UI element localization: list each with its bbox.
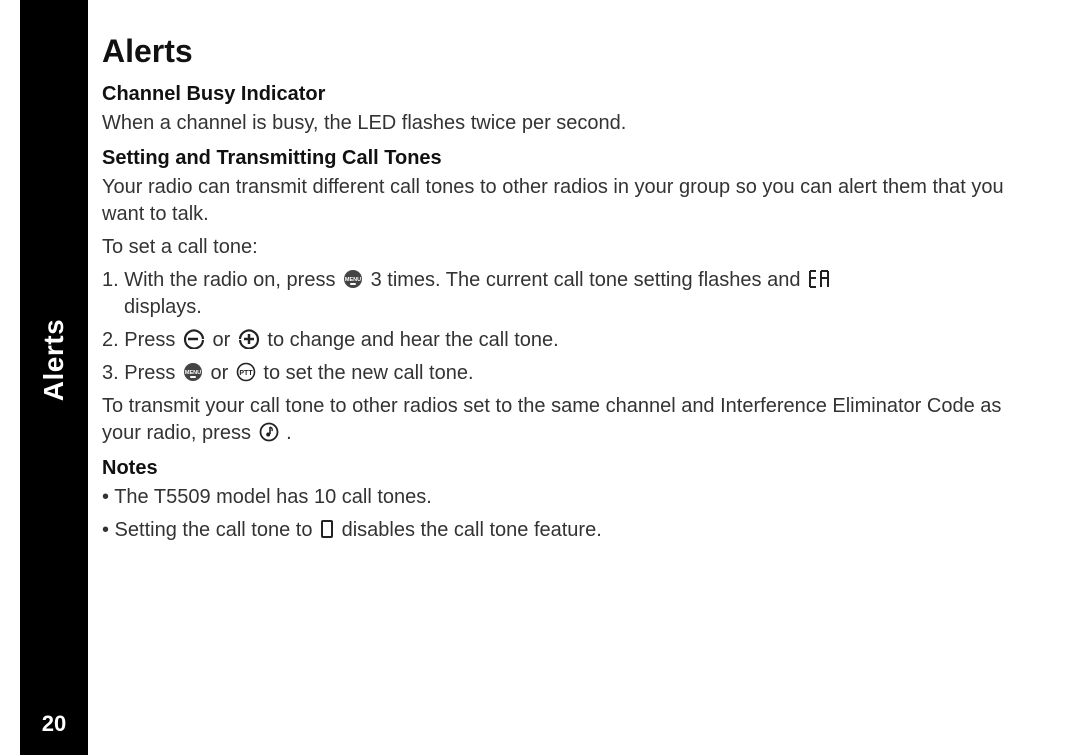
heading-notes: Notes — [102, 455, 1040, 482]
step-1: 1. With the radio on, press MENU 3 times… — [102, 267, 1040, 321]
menu-icon: MENU — [343, 269, 363, 289]
step-2-text-a: 2. Press — [102, 329, 181, 351]
svg-text:PTT: PTT — [239, 370, 253, 377]
step-3: 3. Press MENU or PTT to set the new call… — [102, 360, 1040, 387]
note-2-a: • Setting the call tone to — [102, 519, 318, 541]
step-1-text-c: displays. — [102, 296, 202, 318]
step-2-text-c: to change and hear the call tone. — [267, 329, 558, 351]
menu-icon: MENU — [183, 362, 203, 382]
note-2-b: disables the call tone feature. — [342, 519, 602, 541]
step-2-text-b: or — [212, 329, 235, 351]
ptt-icon: PTT — [236, 362, 256, 382]
text-channel-busy: When a channel is busy, the LED flashes … — [102, 110, 1040, 137]
sidebar-tab-strip: Alerts 20 — [20, 0, 88, 755]
step-3-text-b: or — [210, 362, 233, 384]
content-column: Alerts Channel Busy Indicator When a cha… — [88, 0, 1080, 755]
page-number: 20 — [42, 711, 66, 737]
step-2: 2. Press or to change and hear the call … — [102, 327, 1040, 354]
heading-channel-busy: Channel Busy Indicator — [102, 81, 1040, 108]
plus-icon — [238, 329, 260, 349]
note-2: • Setting the call tone to disables the … — [102, 517, 1040, 544]
step-1-text-a: 1. With the radio on, press — [102, 269, 341, 291]
sidebar-tab-label: Alerts — [38, 319, 70, 401]
text-call-tones-intro: Your radio can transmit different call t… — [102, 174, 1040, 228]
transmit-b: . — [286, 422, 292, 444]
minus-icon — [183, 329, 205, 349]
zero-segment-icon — [320, 519, 334, 539]
manual-page: Alerts 20 Alerts Channel Busy Indicator … — [0, 0, 1080, 755]
step-1-text-b: 3 times. The current call tone setting f… — [371, 269, 806, 291]
svg-text:MENU: MENU — [185, 370, 201, 376]
step-3-text-a: 3. Press — [102, 362, 181, 384]
step-3-text-c: to set the new call tone. — [263, 362, 473, 384]
music-note-icon — [259, 422, 279, 442]
transmit-a: To transmit your call tone to other radi… — [102, 395, 1001, 444]
heading-call-tones: Setting and Transmitting Call Tones — [102, 145, 1040, 172]
page-title: Alerts — [102, 30, 1040, 73]
text-transmit: To transmit your call tone to other radi… — [102, 393, 1040, 447]
text-set-call-tone: To set a call tone: — [102, 234, 1040, 261]
ca-segment-icon — [808, 269, 830, 289]
svg-text:MENU: MENU — [345, 277, 361, 283]
note-1: • The T5509 model has 10 call tones. — [102, 484, 1040, 511]
